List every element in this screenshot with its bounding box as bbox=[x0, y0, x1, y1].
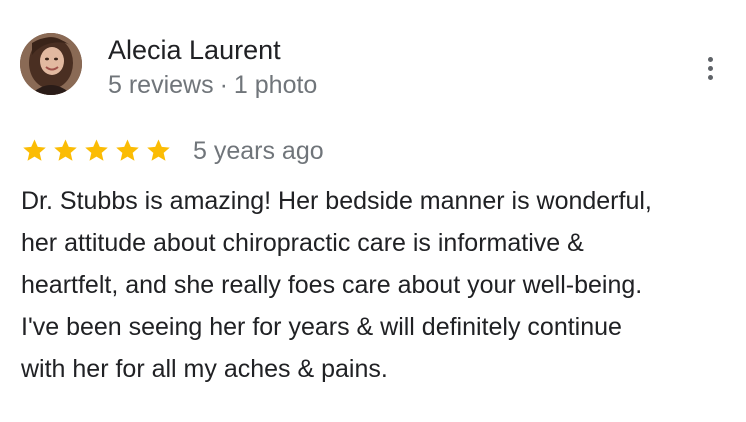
star-icon bbox=[85, 139, 108, 161]
more-vert-icon-dot bbox=[707, 65, 713, 71]
photos-count: 1 photo bbox=[233, 71, 318, 99]
review-text: Dr. Stubbs is amazing! Her bedside manne… bbox=[21, 180, 731, 390]
review-date: 5 years ago bbox=[193, 137, 324, 165]
star-icon bbox=[23, 139, 46, 161]
meta-separator: · bbox=[219, 71, 228, 99]
star-rating bbox=[21, 137, 172, 164]
star-icon bbox=[116, 139, 139, 161]
review-text-line: Dr. Stubbs is amazing! Her bedside manne… bbox=[21, 187, 652, 215]
review-card: Alecia Laurent 5 reviews · 1 photo 5 years… bbox=[0, 0, 746, 422]
review-text-line: I've been seeing her for years & will de… bbox=[21, 313, 622, 341]
star-icon bbox=[147, 139, 170, 161]
avatar-image bbox=[20, 33, 82, 95]
reviewer-name[interactable]: Alecia Laurent bbox=[108, 32, 281, 68]
more-options-button[interactable] bbox=[696, 52, 724, 84]
more-vert-icon-dot bbox=[707, 74, 713, 80]
more-vert-icon bbox=[707, 56, 713, 62]
review-text-line: heartfelt, and she really foes care abou… bbox=[21, 271, 643, 299]
review-text-line: with her for all my aches & pains. bbox=[21, 355, 388, 383]
review-text-line: her attitude about chiropractic care is … bbox=[21, 229, 584, 257]
avatar[interactable] bbox=[20, 33, 82, 95]
reviewer-meta: 5 reviews · 1 photo bbox=[108, 68, 317, 102]
reviews-count: 5 reviews bbox=[108, 71, 214, 99]
star-icon bbox=[54, 139, 77, 161]
